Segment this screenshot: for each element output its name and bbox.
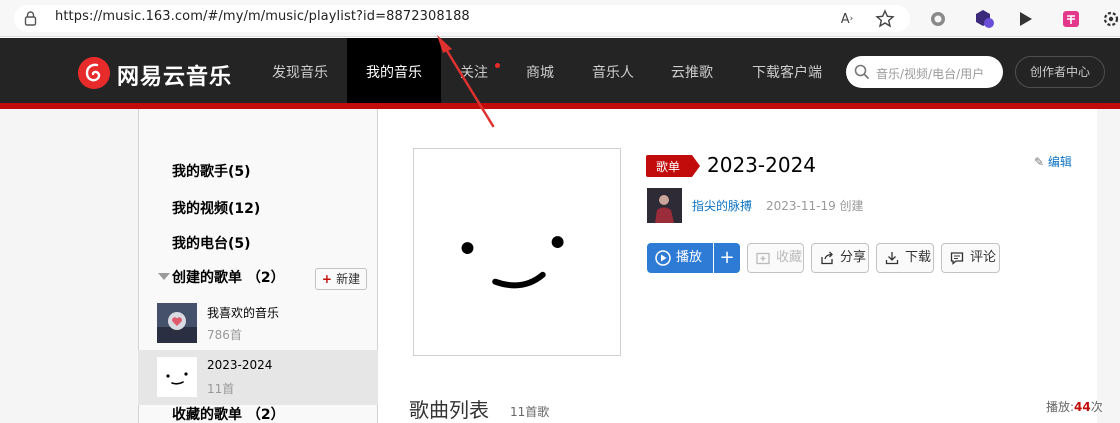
playlist-tag-text: 歌单	[656, 159, 680, 174]
play-count-unit: 次	[1090, 400, 1103, 414]
extension-hex-icon[interactable]	[974, 8, 996, 30]
comment-button-label: 评论	[970, 250, 997, 265]
nav-discover-music[interactable]: 发现音乐	[262, 38, 338, 103]
playlist-title: 2023-2024	[707, 153, 817, 177]
settings-gear-icon[interactable]	[1100, 8, 1120, 30]
page-left-gutter	[0, 109, 138, 423]
notification-dot	[495, 63, 500, 68]
play-count-value: 44	[1074, 400, 1091, 414]
folder-plus-icon	[756, 252, 770, 265]
share-button[interactable]: 分享	[811, 243, 869, 273]
collect-button[interactable]: 收藏	[747, 243, 804, 273]
edit-icon: ✎	[1034, 155, 1048, 169]
add-to-queue-button[interactable]: +	[714, 243, 740, 273]
playlist-count: 11首	[207, 382, 235, 396]
page-right-gutter	[1097, 109, 1120, 423]
nav-follow[interactable]: 关注	[452, 38, 496, 103]
search-placeholder: 音乐/视频/电台/用户	[876, 67, 985, 81]
sidebar-playlist-item-selected[interactable]: 2023-2024 11首	[138, 350, 378, 405]
playlist-count: 786首	[207, 328, 242, 342]
sidebar-collected-playlists-header[interactable]: 收藏的歌单 （2）	[172, 404, 285, 423]
new-playlist-button[interactable]: + 新建	[315, 268, 367, 290]
playlist-thumbnail	[157, 357, 197, 397]
nav-musician[interactable]: 音乐人	[585, 38, 641, 103]
nav-my-music[interactable]: 我的音乐	[347, 38, 441, 103]
comment-button[interactable]: 评论	[941, 243, 1000, 273]
song-list-count: 11首歌	[510, 405, 550, 419]
address-url[interactable]: https://music.163.com/#/my/m/music/playl…	[55, 9, 470, 24]
playlist-name: 我喜欢的音乐	[207, 306, 280, 320]
nav-cloud-promote[interactable]: 云推歌	[664, 38, 720, 103]
sidebar-my-videos[interactable]: 我的视频(12)	[172, 198, 260, 218]
created-date: 2023-11-19 创建	[766, 199, 864, 213]
sidebar-created-playlists-header[interactable]: 创建的歌单 （2）	[172, 267, 285, 287]
creator-avatar[interactable]	[647, 188, 682, 223]
site-logo-text[interactable]: 网易云音乐	[117, 59, 232, 91]
collect-button-label: 收藏	[776, 250, 803, 265]
extension-circle-icon[interactable]	[927, 8, 949, 30]
netease-music-logo-icon[interactable]	[78, 57, 110, 89]
download-button[interactable]: 下载	[876, 243, 934, 273]
playlist-name: 2023-2024	[207, 358, 273, 372]
creator-name-link[interactable]: 指尖的脉搏	[692, 197, 752, 214]
song-list-title: 歌曲列表	[409, 398, 489, 422]
play-count-label: 播放:	[1046, 400, 1075, 414]
play-button-label: 播放	[676, 250, 703, 265]
comment-icon	[950, 252, 964, 265]
extension-play-icon[interactable]	[1014, 8, 1036, 30]
playlist-thumbnail	[157, 303, 197, 343]
extension-pink-icon[interactable]	[1060, 8, 1082, 30]
nav-store[interactable]: 商城	[518, 38, 562, 103]
edit-label: 编辑	[1047, 155, 1072, 169]
play-count-stat: 播放:44次	[1046, 398, 1103, 415]
lock-icon[interactable]	[24, 11, 37, 26]
download-button-label: 下载	[905, 250, 932, 265]
playlist-cover-image	[413, 148, 621, 356]
creator-center-button[interactable]: 创作者中心	[1015, 56, 1105, 88]
search-icon	[854, 64, 870, 80]
play-circle-icon	[655, 250, 671, 266]
download-icon	[885, 252, 899, 265]
collapse-triangle-icon[interactable]	[158, 273, 170, 280]
sidebar-my-radio[interactable]: 我的电台(5)	[172, 233, 251, 253]
nav-download-client[interactable]: 下载客户端	[745, 38, 829, 103]
share-icon	[821, 251, 833, 265]
play-button[interactable]: 播放	[647, 243, 713, 273]
edit-link[interactable]: ✎ 编辑	[1034, 153, 1072, 170]
new-playlist-label: 新建	[336, 272, 361, 286]
playlist-tag-badge: 歌单	[646, 155, 700, 177]
sidebar-my-singers[interactable]: 我的歌手(5)	[172, 161, 251, 181]
read-aloud-icon[interactable]: A ›	[836, 8, 858, 30]
share-button-label: 分享	[840, 250, 867, 265]
favorite-star-icon[interactable]	[874, 8, 896, 30]
sidebar-playlist-item[interactable]: 我喜欢的音乐 786首	[138, 296, 378, 351]
